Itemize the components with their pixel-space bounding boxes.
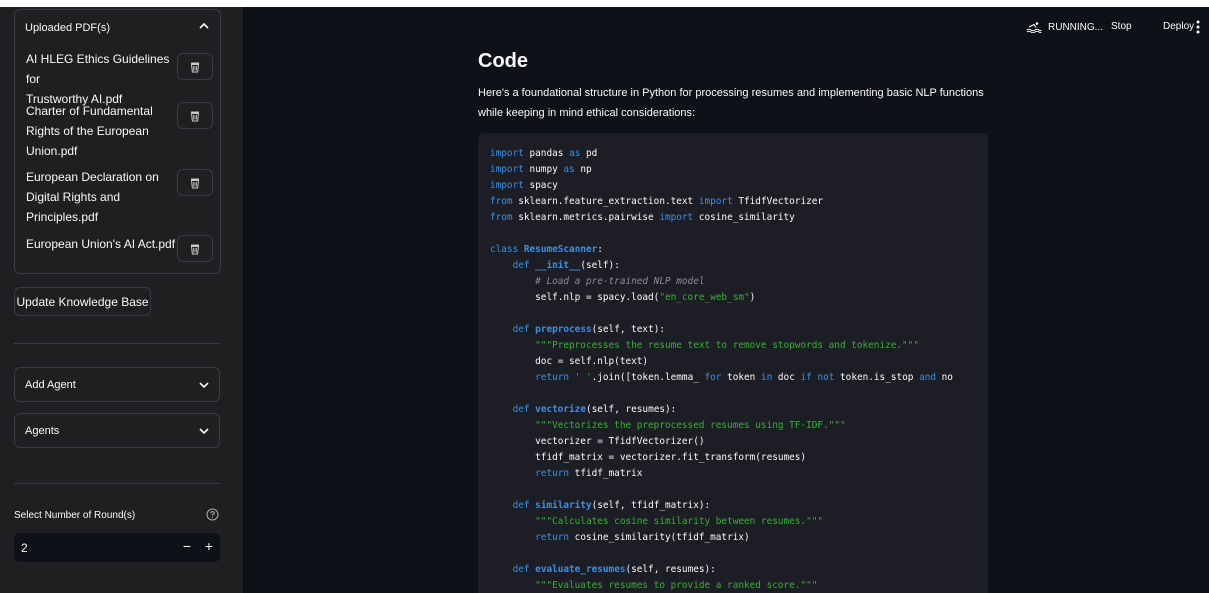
pdf-item: AI HLEG Ethics Guidelines for Trustworth… [26, 52, 170, 106]
increment-button[interactable]: + [202, 538, 216, 554]
uploaded-pdfs-header[interactable]: Uploaded PDF(s) [25, 22, 110, 34]
agents-expander[interactable]: Agents [14, 413, 220, 448]
chevron-down-icon [199, 428, 209, 435]
delete-pdf-button[interactable] [177, 53, 213, 80]
running-status: RUNNING... [1026, 21, 1103, 33]
more-menu-icon[interactable] [1195, 19, 1201, 35]
intro-paragraph: Here's a foundational structure in Pytho… [478, 87, 984, 119]
update-knowledge-base-button[interactable]: Update Knowledge Base [14, 287, 151, 316]
chevron-down-icon [199, 382, 209, 389]
chevron-up-icon[interactable] [197, 19, 211, 33]
trash-icon [190, 178, 200, 188]
deploy-button[interactable]: Deploy [1163, 21, 1194, 32]
pdf-item: Charter of Fundamental Rights of the Eur… [26, 104, 153, 158]
add-agent-expander[interactable]: Add Agent [14, 367, 220, 402]
main-content: RUNNING... Stop Deploy Code Here's a fou… [243, 7, 1209, 593]
rounds-value[interactable]: 2 [21, 541, 28, 555]
running-swimmer-icon [1026, 22, 1042, 33]
decrement-button[interactable]: − [180, 538, 194, 554]
sidebar: Uploaded PDF(s) AI HLEG Ethics Guideline… [0, 7, 243, 593]
trash-icon [190, 111, 200, 121]
agents-label: Agents [25, 425, 60, 437]
uploaded-pdfs-expander: Uploaded PDF(s) AI HLEG Ethics Guideline… [14, 9, 221, 274]
trash-icon [190, 244, 200, 254]
divider [14, 483, 220, 484]
code-block: import pandas as pd import numpy as np i… [478, 133, 988, 593]
trash-icon [190, 62, 200, 72]
rounds-number-input[interactable]: 2 − + [14, 533, 220, 562]
page-title: Code [478, 50, 528, 72]
stop-button[interactable]: Stop [1111, 21, 1132, 32]
add-agent-label: Add Agent [25, 379, 76, 391]
delete-pdf-button[interactable] [177, 169, 213, 196]
help-icon[interactable] [206, 508, 219, 521]
delete-pdf-button[interactable] [177, 102, 213, 129]
running-label: RUNNING... [1048, 21, 1103, 33]
code-content: import pandas as pd import numpy as np i… [490, 148, 953, 591]
pdf-item: European Union's AI Act.pdf [26, 237, 176, 251]
pdf-item: European Declaration on Digital Rights a… [26, 170, 159, 224]
divider [14, 343, 220, 344]
rounds-label: Select Number of Round(s) [14, 510, 136, 521]
delete-pdf-button[interactable] [177, 235, 213, 262]
